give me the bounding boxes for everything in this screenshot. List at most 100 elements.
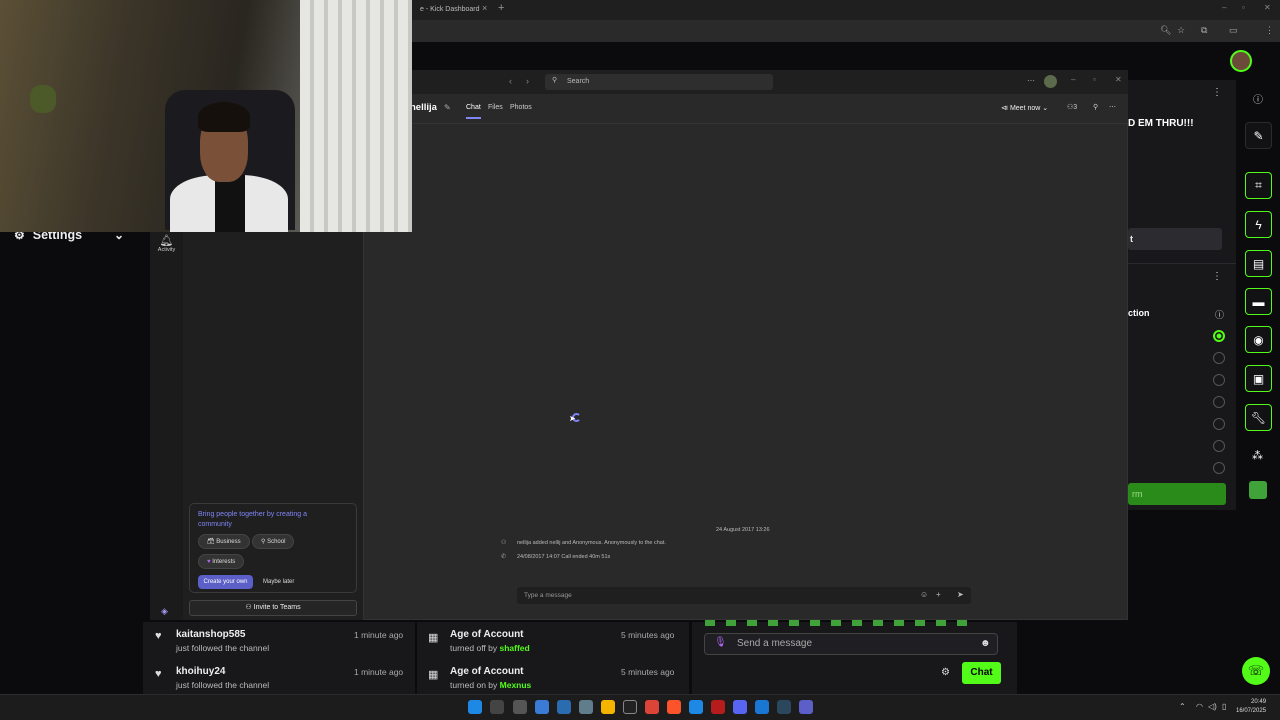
event-time: 5 minutes ago bbox=[621, 667, 675, 677]
close-window-icon[interactable]: ✕ bbox=[1264, 3, 1271, 12]
radio-option-7[interactable] bbox=[1213, 462, 1225, 474]
radio-option-4[interactable] bbox=[1213, 396, 1225, 408]
maybe-later-button[interactable]: Maybe later bbox=[263, 575, 294, 589]
radio-option-2[interactable] bbox=[1213, 352, 1225, 364]
file-explorer-icon[interactable] bbox=[601, 700, 615, 714]
taskbar-search-icon[interactable] bbox=[490, 700, 504, 714]
radio-option-1[interactable] bbox=[1213, 330, 1225, 342]
broadcast-icon[interactable]: ◉ bbox=[1245, 326, 1272, 353]
app-icon[interactable] bbox=[579, 700, 593, 714]
chip-school[interactable]: ⚲ School bbox=[252, 534, 295, 549]
system-clock[interactable]: 20:49 16/07/2025 bbox=[1236, 698, 1266, 716]
chevron-up-icon[interactable]: ⌃ bbox=[1179, 702, 1186, 711]
radio-option-5[interactable] bbox=[1213, 418, 1225, 430]
wrench-icon[interactable]: 🔧︎ bbox=[1245, 404, 1272, 431]
confirm-button[interactable]: rm bbox=[1128, 483, 1226, 505]
moderator-name[interactable]: Mexnus bbox=[500, 680, 532, 690]
tab-chat[interactable]: Chat bbox=[466, 104, 481, 119]
follower-name[interactable]: kaitanshop585 bbox=[176, 629, 245, 640]
task-view-icon[interactable] bbox=[513, 700, 527, 714]
plus-icon[interactable]: + bbox=[936, 590, 941, 599]
info-icon[interactable]: ⓘ bbox=[1253, 91, 1263, 106]
back-arrow-icon[interactable]: ‹ bbox=[509, 76, 512, 86]
invite-to-teams-button[interactable]: ⚇ Invite to Teams bbox=[189, 600, 357, 616]
edit-pencil-icon[interactable]: ✎ bbox=[444, 103, 451, 112]
kick-app-icon[interactable] bbox=[1249, 481, 1267, 499]
notes-icon[interactable]: ▤ bbox=[1245, 250, 1272, 277]
emoji-picker-icon[interactable]: ☻ bbox=[980, 638, 991, 649]
zoom-icon[interactable]: 🔍︎ bbox=[1160, 25, 1171, 36]
battery-icon[interactable]: ▯ bbox=[1222, 702, 1226, 711]
teams-close-icon[interactable]: ✕ bbox=[1115, 75, 1122, 84]
chat-bubble-icon[interactable]: ▬ bbox=[1245, 288, 1272, 315]
app-icon-4[interactable] bbox=[755, 700, 769, 714]
heart-icon: ♥ bbox=[155, 630, 162, 642]
diamond-icon[interactable]: ◈ bbox=[161, 606, 168, 617]
chip-interests[interactable]: ♥ Interests bbox=[198, 554, 245, 569]
moderator-name[interactable]: shaffed bbox=[499, 643, 529, 653]
panel-menu-icon[interactable]: ⋮ bbox=[1212, 87, 1222, 98]
microphone-icon[interactable]: 🎙︎ bbox=[714, 637, 727, 648]
streamer-hair bbox=[198, 102, 250, 132]
lightning-icon[interactable]: ϟ bbox=[1245, 211, 1272, 238]
teams-icon[interactable] bbox=[799, 700, 813, 714]
send-message-input[interactable]: Send a message bbox=[704, 633, 998, 655]
edit-icon[interactable]: ✎ bbox=[1245, 122, 1272, 149]
info-icon-2[interactable]: ⓘ bbox=[1215, 308, 1224, 321]
chip-business[interactable]: 🗃︎ Business bbox=[198, 534, 250, 549]
copilot-icon[interactable] bbox=[535, 700, 549, 714]
layout-icon[interactable]: ▣ bbox=[1245, 365, 1272, 392]
edge-icon[interactable] bbox=[557, 700, 571, 714]
volume-icon[interactable]: ◁) bbox=[1208, 702, 1217, 711]
new-tab-icon[interactable]: + bbox=[498, 2, 504, 14]
teams-maximize-icon[interactable]: ▫ bbox=[1093, 75, 1096, 84]
teams-profile-avatar[interactable] bbox=[1044, 75, 1057, 88]
panel-button[interactable]: t bbox=[1128, 228, 1222, 250]
send-icon[interactable]: ➤ bbox=[957, 590, 964, 599]
participants-button[interactable]: ⚇3 bbox=[1067, 103, 1077, 111]
extensions-icon[interactable]: ⧉ bbox=[1201, 25, 1207, 36]
support-chat-icon[interactable]: ☏ bbox=[1242, 657, 1270, 685]
app-icon-3[interactable] bbox=[711, 700, 725, 714]
create-community-button[interactable]: Create your own bbox=[198, 575, 253, 589]
panel-divider bbox=[1128, 263, 1236, 264]
tab-files[interactable]: Files bbox=[488, 104, 503, 111]
more-icon[interactable]: ⋯ bbox=[1027, 76, 1035, 85]
browser-menu-icon[interactable]: ⋮ bbox=[1265, 25, 1274, 36]
follower-name[interactable]: khoihuy24 bbox=[176, 666, 225, 677]
start-icon[interactable] bbox=[468, 700, 482, 714]
discord-icon[interactable] bbox=[733, 700, 747, 714]
action-name: Age of Account bbox=[450, 666, 524, 677]
tab-close-icon[interactable]: × bbox=[482, 3, 487, 13]
user-avatar[interactable] bbox=[1230, 50, 1252, 72]
message-compose-input[interactable]: Type a message bbox=[517, 587, 971, 604]
panel-menu-icon-2[interactable]: ⋮ bbox=[1212, 271, 1222, 282]
search-chat-icon[interactable]: ⚲ bbox=[1093, 103, 1098, 111]
brave-icon[interactable] bbox=[667, 700, 681, 714]
emote-bar[interactable] bbox=[705, 620, 975, 626]
teams-minimize-icon[interactable]: – bbox=[1071, 75, 1075, 84]
meet-now-button[interactable]: ⧏ Meet now ⌄ bbox=[1001, 104, 1048, 112]
wifi-icon[interactable]: ◠ bbox=[1196, 702, 1203, 711]
tab-photos[interactable]: Photos bbox=[510, 104, 532, 111]
bookmark-star-icon[interactable]: ☆ bbox=[1177, 25, 1185, 36]
more-options-icon[interactable]: ⋯ bbox=[1109, 103, 1116, 111]
steam-icon[interactable] bbox=[777, 700, 791, 714]
app-icon-2[interactable] bbox=[689, 700, 703, 714]
minimize-icon[interactable]: – bbox=[1222, 3, 1226, 12]
github-icon[interactable] bbox=[623, 700, 637, 714]
action-detail: turned on by Mexnus bbox=[450, 680, 532, 690]
chrome-icon[interactable] bbox=[645, 700, 659, 714]
chat-send-button[interactable]: Chat bbox=[962, 662, 1001, 684]
chat-settings-icon[interactable]: ⚙ bbox=[941, 667, 950, 678]
forward-arrow-icon[interactable]: › bbox=[526, 76, 529, 86]
maximize-icon[interactable]: ▫ bbox=[1242, 3, 1245, 12]
radio-option-3[interactable] bbox=[1213, 374, 1225, 386]
activity-nav[interactable]: 🔔︎ Activity bbox=[150, 234, 183, 253]
teams-search-input[interactable]: Search bbox=[545, 74, 773, 90]
group-icon[interactable]: ⁂ bbox=[1252, 449, 1263, 462]
sidebar-icon[interactable]: ▭ bbox=[1229, 25, 1238, 36]
screenshot-icon[interactable]: ⌗ bbox=[1245, 172, 1272, 199]
radio-option-6[interactable] bbox=[1213, 440, 1225, 452]
emoji-icon[interactable]: ☺ bbox=[920, 590, 928, 599]
